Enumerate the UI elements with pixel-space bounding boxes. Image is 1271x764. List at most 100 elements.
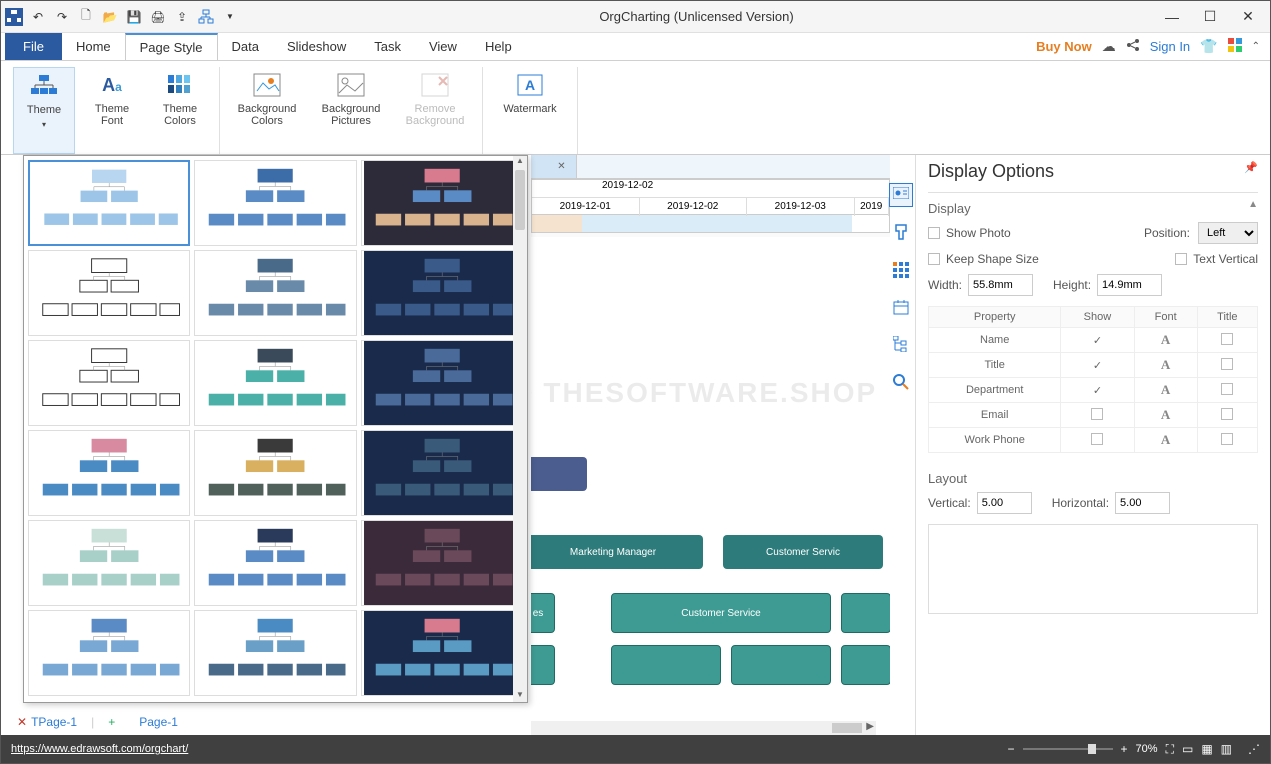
- collapse-ribbon-icon[interactable]: ⌃: [1252, 41, 1260, 52]
- page-style-tab[interactable]: Page Style: [125, 33, 218, 60]
- chart-node[interactable]: [531, 457, 587, 491]
- property-show-checkbox[interactable]: [1061, 403, 1134, 428]
- chart-node-cs-full[interactable]: Customer Service: [611, 593, 831, 633]
- undo-icon[interactable]: ↶: [29, 8, 47, 26]
- brush-icon[interactable]: [893, 223, 909, 246]
- scroll-right-icon[interactable]: ▶: [866, 721, 874, 732]
- property-show-checkbox[interactable]: ✓: [1061, 353, 1134, 378]
- grid-icon[interactable]: [893, 262, 909, 283]
- scroll-thumb[interactable]: [515, 170, 525, 230]
- property-show-checkbox[interactable]: [1061, 428, 1134, 453]
- chart-node[interactable]: [841, 645, 890, 685]
- app-icon[interactable]: [5, 8, 23, 26]
- scroll-down-icon[interactable]: ▼: [513, 690, 527, 702]
- fit-width-icon[interactable]: ▭: [1182, 742, 1193, 756]
- chart-node[interactable]: [841, 593, 890, 633]
- chart-node-es[interactable]: es: [531, 593, 555, 633]
- theme-thumbnail[interactable]: [28, 160, 190, 246]
- height-input[interactable]: [1097, 274, 1162, 296]
- theme-thumbnail[interactable]: [194, 610, 356, 696]
- chart-tool-icon[interactable]: [197, 8, 215, 26]
- bg-colors-button[interactable]: Background Colors: [228, 67, 306, 154]
- theme-thumbnail[interactable]: [361, 250, 523, 336]
- position-select[interactable]: Left: [1198, 222, 1258, 244]
- minimize-button[interactable]: —: [1154, 5, 1190, 29]
- fit-page-icon[interactable]: ⛶: [1166, 742, 1174, 757]
- slideshow-tab[interactable]: Slideshow: [273, 33, 360, 60]
- maximize-button[interactable]: ☐: [1192, 5, 1228, 29]
- theme-thumbnail[interactable]: [28, 520, 190, 606]
- print-icon[interactable]: 🖨: [149, 8, 167, 26]
- property-font-button[interactable]: A: [1134, 353, 1197, 378]
- page-tab-1[interactable]: ✕TPage-1: [11, 715, 83, 729]
- vertical-input[interactable]: [977, 492, 1032, 514]
- share-icon[interactable]: [1126, 38, 1140, 55]
- theme-colors-button[interactable]: Theme Colors: [149, 67, 211, 154]
- colorful-icon[interactable]: [1228, 38, 1242, 55]
- property-font-button[interactable]: A: [1134, 428, 1197, 453]
- theme-thumbnail[interactable]: [194, 250, 356, 336]
- home-tab[interactable]: Home: [62, 33, 125, 60]
- theme-font-button[interactable]: Aa Theme Font: [81, 67, 143, 154]
- theme-thumbnail[interactable]: [28, 250, 190, 336]
- task-tab[interactable]: Task: [360, 33, 415, 60]
- property-title-checkbox[interactable]: [1197, 328, 1257, 353]
- save-icon[interactable]: 💾: [125, 8, 143, 26]
- scroll-up-icon[interactable]: ▲: [513, 156, 527, 168]
- theme-thumbnail[interactable]: [194, 430, 356, 516]
- keep-shape-checkbox[interactable]: [928, 253, 940, 265]
- property-show-checkbox[interactable]: ✓: [1061, 378, 1134, 403]
- remove-bg-button[interactable]: Remove Background: [396, 67, 474, 154]
- show-photo-checkbox[interactable]: [928, 227, 940, 239]
- sign-in-link[interactable]: Sign In: [1150, 39, 1190, 54]
- resize-grip-icon[interactable]: ⋰: [1248, 742, 1260, 756]
- view-tab[interactable]: View: [415, 33, 471, 60]
- zoom-in-icon[interactable]: +: [1121, 742, 1128, 756]
- data-tab[interactable]: Data: [218, 33, 273, 60]
- qat-dropdown-icon[interactable]: ▼: [221, 8, 239, 26]
- bg-pictures-button[interactable]: Background Pictures: [312, 67, 390, 154]
- property-font-button[interactable]: A: [1134, 328, 1197, 353]
- zoom-slider[interactable]: [1023, 748, 1113, 750]
- chart-node[interactable]: [611, 645, 721, 685]
- property-title-checkbox[interactable]: [1197, 403, 1257, 428]
- property-title-checkbox[interactable]: [1197, 378, 1257, 403]
- chart-node[interactable]: [731, 645, 831, 685]
- horizontal-scrollbar[interactable]: ▶: [531, 721, 876, 735]
- property-show-checkbox[interactable]: ✓: [1061, 328, 1134, 353]
- zoom-knob[interactable]: [1088, 744, 1096, 754]
- horizontal-input[interactable]: [1115, 492, 1170, 514]
- theme-thumbnail[interactable]: [28, 430, 190, 516]
- property-font-button[interactable]: A: [1134, 378, 1197, 403]
- theme-thumbnail[interactable]: [361, 520, 523, 606]
- chart-node[interactable]: [531, 645, 555, 685]
- theme-thumbnail[interactable]: [194, 340, 356, 426]
- buy-now-link[interactable]: Buy Now: [1036, 39, 1092, 54]
- doc-tab[interactable]: ✕: [531, 155, 577, 178]
- help-tab[interactable]: Help: [471, 33, 526, 60]
- theme-thumbnail[interactable]: [361, 160, 523, 246]
- property-font-button[interactable]: A: [1134, 403, 1197, 428]
- hscroll-thumb[interactable]: [832, 723, 862, 733]
- theme-thumbnail[interactable]: [361, 610, 523, 696]
- layout-preview[interactable]: [928, 524, 1258, 614]
- width-input[interactable]: [968, 274, 1033, 296]
- property-title-checkbox[interactable]: [1197, 428, 1257, 453]
- calendar-icon[interactable]: [893, 299, 909, 320]
- tree-icon[interactable]: [893, 336, 909, 357]
- page-tab-2[interactable]: Page-1: [133, 715, 184, 729]
- theme-thumbnail[interactable]: [361, 430, 523, 516]
- text-vertical-checkbox[interactable]: [1175, 253, 1187, 265]
- chart-canvas[interactable]: Copyright © THESOFTWARE.SHOP Marketing M…: [531, 237, 890, 735]
- theme-thumbnail[interactable]: [28, 610, 190, 696]
- file-tab[interactable]: File: [5, 33, 62, 60]
- contact-card-icon[interactable]: [889, 183, 913, 207]
- status-url[interactable]: https://www.edrawsoft.com/orgchart/: [11, 743, 188, 755]
- close-button[interactable]: ✕: [1230, 5, 1266, 29]
- theme-thumbnail[interactable]: [361, 340, 523, 426]
- close-page-icon[interactable]: ✕: [17, 715, 27, 729]
- share-icon[interactable]: ⇪: [173, 8, 191, 26]
- zoom-out-icon[interactable]: −: [1008, 742, 1015, 756]
- close-tab-icon[interactable]: ✕: [557, 161, 565, 172]
- watermark-button[interactable]: A Watermark: [491, 67, 569, 154]
